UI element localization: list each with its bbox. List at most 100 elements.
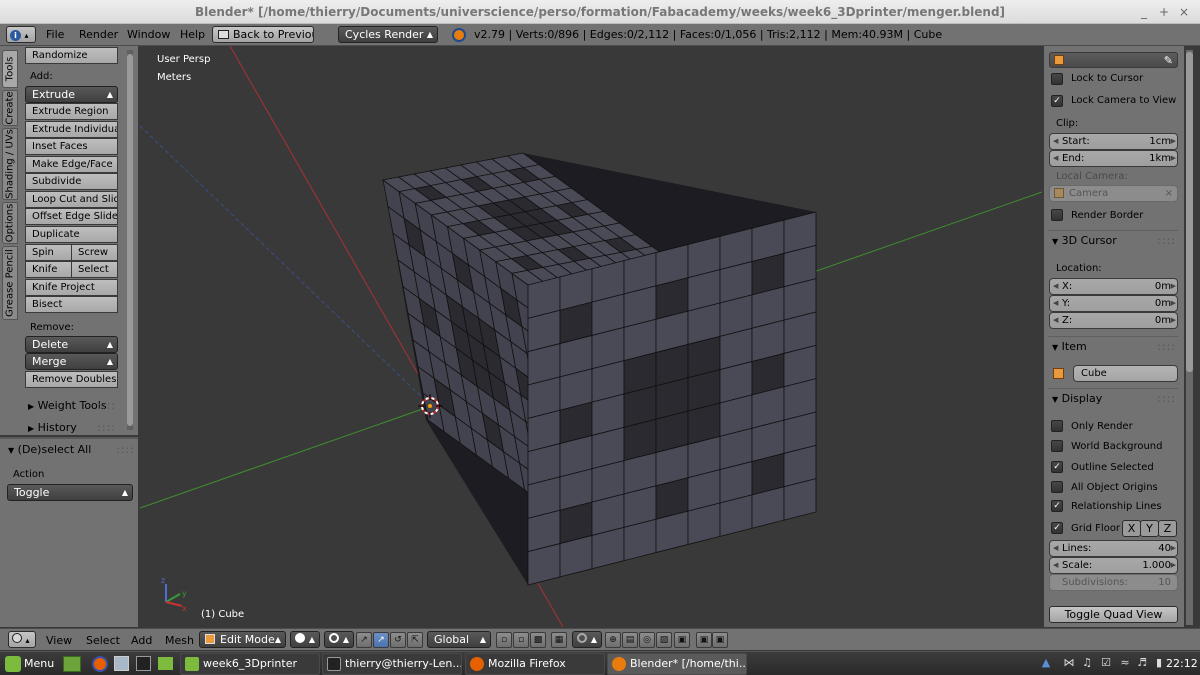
properties-scrollbar-thumb[interactable] <box>1186 52 1193 372</box>
proportional-editing-select[interactable]: ▲ <box>572 631 602 648</box>
knife-button[interactable]: Knife <box>25 261 72 278</box>
bluetooth-icon[interactable]: ⋈ <box>1062 656 1076 670</box>
menu-file[interactable]: File <box>46 28 64 41</box>
decrement-arrow-icon[interactable]: ◀ <box>1053 296 1058 311</box>
extrude-individual-button[interactable]: Extrude Individual <box>25 121 118 138</box>
all-object-origins-checkbox[interactable] <box>1051 481 1063 493</box>
screw-button[interactable]: Screw <box>71 244 118 261</box>
snap-options-icon[interactable]: ▨ <box>656 632 672 648</box>
grid-scale-field[interactable]: ◀ Scale: 1.000 ▶ <box>1049 557 1178 574</box>
item-section-header[interactable]: ▼ Item :::: <box>1048 337 1178 357</box>
action-select[interactable]: Toggle ▲ <box>7 484 133 501</box>
cursor-y-field[interactable]: ◀ Y: 0m ▶ <box>1049 295 1178 312</box>
rotate-manipulator-icon[interactable]: ↺ <box>390 632 406 648</box>
decrement-arrow-icon[interactable]: ◀ <box>1053 134 1058 149</box>
weight-tools-section[interactable]: ▶ Weight Tools :::: <box>25 399 118 412</box>
3d-viewport[interactable]: z y x User Persp Meters (1) Cube <box>140 46 1042 627</box>
decrement-arrow-icon[interactable]: ◀ <box>1053 558 1058 573</box>
increment-arrow-icon[interactable]: ▶ <box>1171 541 1176 556</box>
increment-arrow-icon[interactable]: ▶ <box>1171 313 1176 328</box>
extrude-menu[interactable]: Extrude ▲ <box>25 86 118 103</box>
display-section-header[interactable]: ▼ Display :::: <box>1048 389 1178 409</box>
spin-button[interactable]: Spin <box>25 244 72 261</box>
volume-icon[interactable]: ♬ <box>1135 656 1149 670</box>
axis-z-toggle[interactable]: Z <box>1158 520 1177 537</box>
files-launcher-icon[interactable] <box>114 656 129 671</box>
offset-edge-slide-button[interactable]: Offset Edge Slide <box>25 208 118 225</box>
increment-arrow-icon[interactable]: ▶ <box>1171 279 1176 294</box>
transform-orientation-select[interactable]: Global ▲ <box>427 631 491 648</box>
extrude-region-button[interactable]: Extrude Region <box>25 103 118 120</box>
duplicate-button[interactable]: Duplicate <box>25 226 118 243</box>
render-border-checkbox[interactable] <box>1051 209 1063 221</box>
eyedropper-icon[interactable]: ✎ <box>1164 53 1173 68</box>
grid-lines-field[interactable]: ◀ Lines: 40 ▶ <box>1049 540 1178 557</box>
merge-menu[interactable]: Merge ▲ <box>25 353 118 370</box>
scale-manipulator-icon[interactable]: ⇱ <box>407 632 423 648</box>
snap-toggle-icon[interactable]: ⊕ <box>605 632 621 648</box>
cursor-z-field[interactable]: ◀ Z: 0m ▶ <box>1049 312 1178 329</box>
folder-launcher-icon[interactable] <box>158 657 173 670</box>
task-file-manager[interactable]: week6_3Dprinter <box>180 653 320 675</box>
viewport-canvas[interactable]: z y x <box>140 46 1042 627</box>
firefox-launcher-icon[interactable] <box>92 656 108 672</box>
history-section[interactable]: ▶ History :::: <box>25 421 118 434</box>
operator-header[interactable]: ▼ (De)select All <box>8 443 91 456</box>
bisect-button[interactable]: Bisect <box>25 296 118 313</box>
3d-cursor-section-header[interactable]: ▼ 3D Cursor :::: <box>1048 231 1178 251</box>
decrement-arrow-icon[interactable]: ◀ <box>1053 313 1058 328</box>
tab-create[interactable]: Create <box>2 90 18 126</box>
delete-menu[interactable]: Delete ▲ <box>25 336 118 353</box>
lock-camera-checkbox[interactable]: ✓ <box>1051 95 1063 107</box>
terminal-launcher-icon[interactable] <box>136 656 151 671</box>
maximize-button[interactable]: + <box>1154 0 1174 24</box>
snap-target-icon[interactable]: ◎ <box>639 632 655 648</box>
tab-options[interactable]: Options <box>2 202 18 244</box>
increment-arrow-icon[interactable]: ▶ <box>1171 151 1176 166</box>
world-background-checkbox[interactable] <box>1051 440 1063 452</box>
show-desktop-icon[interactable] <box>63 656 81 672</box>
tab-tools[interactable]: Tools <box>2 50 18 88</box>
inset-faces-button[interactable]: Inset Faces <box>25 138 118 155</box>
clip-end-field[interactable]: ◀ End: 1km ▶ <box>1049 150 1178 167</box>
grid-floor-checkbox[interactable]: ✓ <box>1051 522 1063 534</box>
decrement-arrow-icon[interactable]: ◀ <box>1053 541 1058 556</box>
randomize-button[interactable]: Randomize <box>25 47 118 64</box>
pivot-point-select[interactable]: ▲ <box>324 631 354 648</box>
relationship-lines-checkbox[interactable]: ✓ <box>1051 500 1063 512</box>
task-terminal[interactable]: thierry@thierry-Len... <box>322 653 462 675</box>
render-animation-icon[interactable]: ▣ <box>712 632 728 648</box>
remove-doubles-button[interactable]: Remove Doubles <box>25 371 118 388</box>
mode-select[interactable]: Edit Mode ▲ <box>199 631 286 648</box>
axis-x-toggle[interactable]: X <box>1122 520 1141 537</box>
menu-mesh[interactable]: Mesh <box>165 634 194 647</box>
toggle-quad-view-button[interactable]: Toggle Quad View <box>1049 606 1178 623</box>
menu-select[interactable]: Select <box>86 634 120 647</box>
minimize-button[interactable]: _ <box>1134 0 1154 24</box>
network-icon[interactable]: ≈ <box>1118 656 1132 670</box>
drag-handle-icon[interactable]: :::: <box>116 443 135 456</box>
lock-object-field[interactable]: ✎ <box>1049 52 1178 68</box>
mint-menu-icon[interactable] <box>5 656 21 672</box>
menu-render[interactable]: Render <box>79 28 118 41</box>
decrement-arrow-icon[interactable]: ◀ <box>1053 151 1058 166</box>
menu-help[interactable]: Help <box>180 28 205 41</box>
edge-select-icon[interactable]: ▫ <box>513 632 529 648</box>
translate-manipulator-icon[interactable]: ↗ <box>373 632 389 648</box>
select-button[interactable]: Select <box>71 261 118 278</box>
menu-add[interactable]: Add <box>131 634 152 647</box>
outline-selected-checkbox[interactable]: ✓ <box>1051 461 1063 473</box>
knife-project-button[interactable]: Knife Project <box>25 279 118 296</box>
shield-icon[interactable]: ▲ <box>1039 656 1053 670</box>
axis-y-toggle[interactable]: Y <box>1140 520 1159 537</box>
snap-element-icon[interactable]: ▤ <box>622 632 638 648</box>
limit-selection-icon[interactable]: ▦ <box>551 632 567 648</box>
make-edge-face-button[interactable]: Make Edge/Face <box>25 156 118 173</box>
drag-handle-icon[interactable]: :::: <box>1157 337 1176 357</box>
drag-handle-icon[interactable]: :::: <box>1157 231 1176 251</box>
back-to-previous-button[interactable]: Back to Previous <box>212 26 314 43</box>
task-blender[interactable]: Blender* [/home/thi... <box>607 653 747 675</box>
only-render-checkbox[interactable] <box>1051 420 1063 432</box>
toolshelf-scrollbar[interactable] <box>127 50 133 430</box>
drag-handle-icon[interactable]: :::: <box>97 421 116 434</box>
